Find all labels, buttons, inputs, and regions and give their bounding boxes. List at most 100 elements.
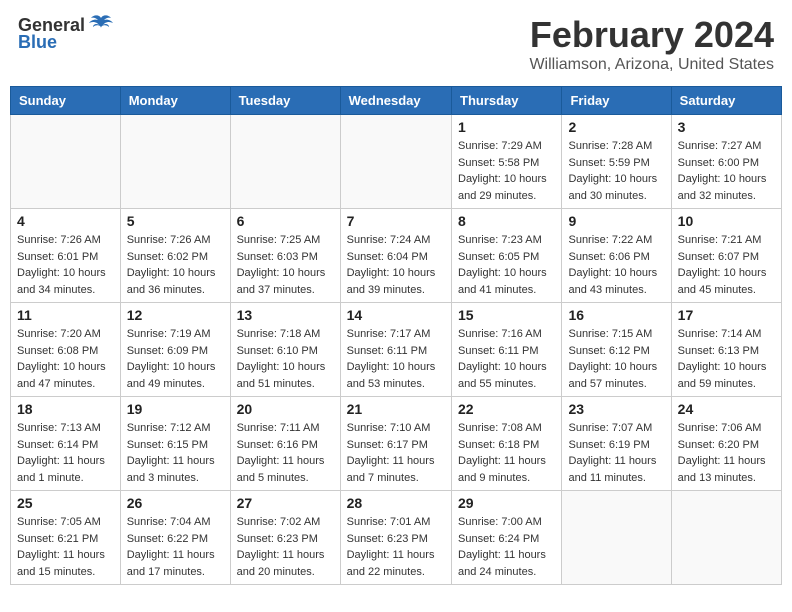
- weekday-header-tuesday: Tuesday: [230, 87, 340, 115]
- day-number: 14: [347, 307, 445, 323]
- day-info: Sunrise: 7:27 AM Sunset: 6:00 PM Dayligh…: [678, 138, 775, 204]
- day-info: Sunrise: 7:04 AM Sunset: 6:22 PM Dayligh…: [127, 514, 224, 580]
- week-row-1: 1 Sunrise: 7:29 AM Sunset: 5:58 PM Dayli…: [11, 115, 782, 209]
- day-info: Sunrise: 7:15 AM Sunset: 6:12 PM Dayligh…: [568, 326, 664, 392]
- day-number: 21: [347, 401, 445, 417]
- title-area: February 2024 Williamson, Arizona, Unite…: [529, 14, 774, 74]
- calendar-cell: [340, 115, 451, 209]
- calendar-cell: 27 Sunrise: 7:02 AM Sunset: 6:23 PM Dayl…: [230, 491, 340, 585]
- weekday-header-saturday: Saturday: [671, 87, 781, 115]
- day-info: Sunrise: 7:20 AM Sunset: 6:08 PM Dayligh…: [17, 326, 114, 392]
- header: General Blue February 2024 Williamson, A…: [10, 10, 782, 78]
- day-number: 1: [458, 119, 555, 135]
- calendar-cell: 17 Sunrise: 7:14 AM Sunset: 6:13 PM Dayl…: [671, 303, 781, 397]
- calendar-cell: 24 Sunrise: 7:06 AM Sunset: 6:20 PM Dayl…: [671, 397, 781, 491]
- weekday-header-friday: Friday: [562, 87, 671, 115]
- day-info: Sunrise: 7:06 AM Sunset: 6:20 PM Dayligh…: [678, 420, 775, 486]
- calendar-cell: 15 Sunrise: 7:16 AM Sunset: 6:11 PM Dayl…: [452, 303, 562, 397]
- calendar-cell: [671, 491, 781, 585]
- day-number: 23: [568, 401, 664, 417]
- week-row-4: 18 Sunrise: 7:13 AM Sunset: 6:14 PM Dayl…: [11, 397, 782, 491]
- calendar-cell: 25 Sunrise: 7:05 AM Sunset: 6:21 PM Dayl…: [11, 491, 121, 585]
- day-info: Sunrise: 7:11 AM Sunset: 6:16 PM Dayligh…: [237, 420, 334, 486]
- day-number: 12: [127, 307, 224, 323]
- day-info: Sunrise: 7:07 AM Sunset: 6:19 PM Dayligh…: [568, 420, 664, 486]
- weekday-header-wednesday: Wednesday: [340, 87, 451, 115]
- day-number: 8: [458, 213, 555, 229]
- calendar-cell: [562, 491, 671, 585]
- day-info: Sunrise: 7:21 AM Sunset: 6:07 PM Dayligh…: [678, 232, 775, 298]
- calendar-cell: 16 Sunrise: 7:15 AM Sunset: 6:12 PM Dayl…: [562, 303, 671, 397]
- calendar-cell: [120, 115, 230, 209]
- day-number: 26: [127, 495, 224, 511]
- location-subtitle: Williamson, Arizona, United States: [529, 56, 774, 74]
- day-info: Sunrise: 7:25 AM Sunset: 6:03 PM Dayligh…: [237, 232, 334, 298]
- day-info: Sunrise: 7:23 AM Sunset: 6:05 PM Dayligh…: [458, 232, 555, 298]
- calendar-cell: 13 Sunrise: 7:18 AM Sunset: 6:10 PM Dayl…: [230, 303, 340, 397]
- calendar-cell: 6 Sunrise: 7:25 AM Sunset: 6:03 PM Dayli…: [230, 209, 340, 303]
- day-number: 3: [678, 119, 775, 135]
- day-number: 15: [458, 307, 555, 323]
- calendar-cell: 10 Sunrise: 7:21 AM Sunset: 6:07 PM Dayl…: [671, 209, 781, 303]
- day-number: 11: [17, 307, 114, 323]
- calendar-cell: [11, 115, 121, 209]
- weekday-header-sunday: Sunday: [11, 87, 121, 115]
- day-number: 5: [127, 213, 224, 229]
- calendar-cell: 29 Sunrise: 7:00 AM Sunset: 6:24 PM Dayl…: [452, 491, 562, 585]
- day-info: Sunrise: 7:08 AM Sunset: 6:18 PM Dayligh…: [458, 420, 555, 486]
- logo: General Blue: [18, 14, 115, 53]
- calendar-table: SundayMondayTuesdayWednesdayThursdayFrid…: [10, 86, 782, 585]
- calendar-cell: 26 Sunrise: 7:04 AM Sunset: 6:22 PM Dayl…: [120, 491, 230, 585]
- calendar-cell: 2 Sunrise: 7:28 AM Sunset: 5:59 PM Dayli…: [562, 115, 671, 209]
- calendar-cell: 20 Sunrise: 7:11 AM Sunset: 6:16 PM Dayl…: [230, 397, 340, 491]
- day-info: Sunrise: 7:28 AM Sunset: 5:59 PM Dayligh…: [568, 138, 664, 204]
- day-number: 7: [347, 213, 445, 229]
- day-number: 20: [237, 401, 334, 417]
- week-row-2: 4 Sunrise: 7:26 AM Sunset: 6:01 PM Dayli…: [11, 209, 782, 303]
- calendar-cell: 5 Sunrise: 7:26 AM Sunset: 6:02 PM Dayli…: [120, 209, 230, 303]
- weekday-header-monday: Monday: [120, 87, 230, 115]
- day-number: 10: [678, 213, 775, 229]
- day-number: 25: [17, 495, 114, 511]
- day-number: 9: [568, 213, 664, 229]
- calendar-cell: 11 Sunrise: 7:20 AM Sunset: 6:08 PM Dayl…: [11, 303, 121, 397]
- calendar-cell: 23 Sunrise: 7:07 AM Sunset: 6:19 PM Dayl…: [562, 397, 671, 491]
- calendar-cell: 4 Sunrise: 7:26 AM Sunset: 6:01 PM Dayli…: [11, 209, 121, 303]
- day-info: Sunrise: 7:29 AM Sunset: 5:58 PM Dayligh…: [458, 138, 555, 204]
- day-info: Sunrise: 7:14 AM Sunset: 6:13 PM Dayligh…: [678, 326, 775, 392]
- day-number: 2: [568, 119, 664, 135]
- day-number: 19: [127, 401, 224, 417]
- day-info: Sunrise: 7:01 AM Sunset: 6:23 PM Dayligh…: [347, 514, 445, 580]
- week-row-3: 11 Sunrise: 7:20 AM Sunset: 6:08 PM Dayl…: [11, 303, 782, 397]
- day-info: Sunrise: 7:22 AM Sunset: 6:06 PM Dayligh…: [568, 232, 664, 298]
- day-number: 17: [678, 307, 775, 323]
- calendar-cell: 28 Sunrise: 7:01 AM Sunset: 6:23 PM Dayl…: [340, 491, 451, 585]
- calendar-cell: 3 Sunrise: 7:27 AM Sunset: 6:00 PM Dayli…: [671, 115, 781, 209]
- month-title: February 2024: [529, 14, 774, 56]
- day-number: 27: [237, 495, 334, 511]
- logo-bird-icon: [87, 14, 115, 36]
- calendar-cell: 1 Sunrise: 7:29 AM Sunset: 5:58 PM Dayli…: [452, 115, 562, 209]
- day-number: 29: [458, 495, 555, 511]
- day-number: 4: [17, 213, 114, 229]
- day-info: Sunrise: 7:12 AM Sunset: 6:15 PM Dayligh…: [127, 420, 224, 486]
- day-number: 28: [347, 495, 445, 511]
- day-info: Sunrise: 7:26 AM Sunset: 6:01 PM Dayligh…: [17, 232, 114, 298]
- day-number: 13: [237, 307, 334, 323]
- calendar-cell: 14 Sunrise: 7:17 AM Sunset: 6:11 PM Dayl…: [340, 303, 451, 397]
- day-number: 16: [568, 307, 664, 323]
- calendar-cell: 12 Sunrise: 7:19 AM Sunset: 6:09 PM Dayl…: [120, 303, 230, 397]
- day-number: 6: [237, 213, 334, 229]
- day-number: 22: [458, 401, 555, 417]
- calendar-cell: 18 Sunrise: 7:13 AM Sunset: 6:14 PM Dayl…: [11, 397, 121, 491]
- weekday-header-thursday: Thursday: [452, 87, 562, 115]
- day-info: Sunrise: 7:17 AM Sunset: 6:11 PM Dayligh…: [347, 326, 445, 392]
- calendar-cell: 19 Sunrise: 7:12 AM Sunset: 6:15 PM Dayl…: [120, 397, 230, 491]
- day-number: 24: [678, 401, 775, 417]
- calendar-cell: [230, 115, 340, 209]
- day-info: Sunrise: 7:16 AM Sunset: 6:11 PM Dayligh…: [458, 326, 555, 392]
- calendar-cell: 22 Sunrise: 7:08 AM Sunset: 6:18 PM Dayl…: [452, 397, 562, 491]
- calendar-cell: 8 Sunrise: 7:23 AM Sunset: 6:05 PM Dayli…: [452, 209, 562, 303]
- day-info: Sunrise: 7:18 AM Sunset: 6:10 PM Dayligh…: [237, 326, 334, 392]
- day-info: Sunrise: 7:10 AM Sunset: 6:17 PM Dayligh…: [347, 420, 445, 486]
